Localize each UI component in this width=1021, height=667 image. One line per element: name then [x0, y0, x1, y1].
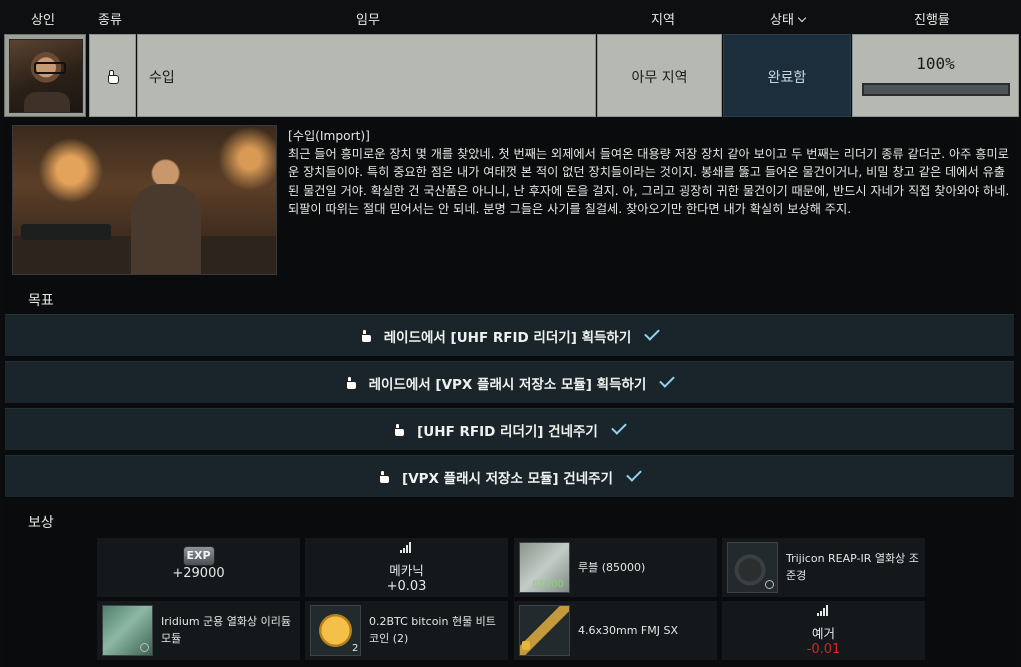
objective-item[interactable]: 레이드에서 [VPX 플래시 저장소 모듈] 획득하기: [5, 361, 1014, 403]
quest-location: 아무 지역: [631, 70, 688, 86]
description-body: 최근 들어 흥미로운 장치 몇 개를 찾았네. 첫 번째는 외제에서 들여온 대…: [288, 147, 1010, 216]
progress-bar: [862, 83, 1010, 96]
progress-percent: 100%: [916, 54, 955, 73]
header-task[interactable]: 임무: [356, 9, 380, 28]
checkmark-icon: [611, 418, 627, 435]
bitcoin-label: 0.2BTC bitcoin 현물 비트 코인 (2): [369, 615, 496, 645]
exp-badge-icon: EXP: [182, 546, 215, 566]
objective-text: [VPX 플래시 저장소 모듈] 건네주기: [402, 470, 613, 487]
quest-progress-cell: 100%: [852, 34, 1019, 117]
reward-mechanic-standing[interactable]: 메카닉 +0.03: [305, 538, 508, 597]
hand-pointer-icon: [378, 470, 391, 484]
quest-name: 수입: [149, 70, 175, 86]
quest-name-cell[interactable]: 수입: [137, 34, 596, 117]
jaeger-name: 예거: [811, 626, 835, 641]
trijicon-label: Trijicon REAP-IR 열화상 조준경: [786, 552, 919, 582]
rewards-heading: 보상: [28, 515, 54, 531]
checkmark-icon: [644, 324, 661, 341]
hand-pointer-icon: [107, 70, 119, 84]
quest-table-header: 상인 종류 임무 지역 상태 진행률: [0, 0, 1021, 34]
illustration-figure: [131, 184, 201, 274]
reward-trijicon-scope[interactable]: Trijicon REAP-IR 열화상 조준경: [722, 538, 925, 597]
objective-text: [UHF RFID 리더기] 건네주기: [417, 423, 598, 440]
objectives-heading: 목표: [28, 293, 54, 309]
header-status-label: 상태: [770, 13, 794, 28]
standing-chart-icon: [399, 542, 414, 553]
objective-item[interactable]: [VPX 플래시 저장소 모듈] 건네주기: [5, 455, 1014, 497]
progress-bar-fill: [864, 85, 1008, 94]
reward-iridium-module[interactable]: Iridium 군용 열화상 이리듐 모듈: [97, 601, 300, 660]
reward-roubles[interactable]: 85000 루블 (85000): [514, 538, 717, 597]
objective-text: 레이드에서 [VPX 플래시 저장소 모듈] 획득하기: [368, 376, 647, 393]
quest-illustration: [12, 125, 277, 275]
checkmark-icon: [626, 465, 642, 482]
reward-exp[interactable]: EXP +29000: [97, 538, 300, 597]
quest-status: 완료함: [767, 70, 807, 86]
trader-portrait-cell[interactable]: [4, 34, 86, 117]
illustration-rifle: [21, 224, 111, 240]
mechanic-name: 메카닉: [389, 563, 424, 578]
bitcoin-count: 2: [352, 643, 359, 654]
hand-pointer-icon: [393, 423, 406, 437]
quest-description: [수입(Import)] 최근 들어 흥미로운 장치 몇 개를 찾았네. 첫 번…: [288, 127, 1016, 218]
reward-bitcoin[interactable]: 2 0.2BTC bitcoin 현물 비트 코인 (2): [305, 601, 508, 660]
quest-location-cell: 아무 지역: [597, 34, 722, 117]
checkmark-icon: [659, 371, 676, 388]
hand-pointer-icon: [360, 329, 372, 343]
trader-portrait: [9, 39, 83, 113]
quest-status-cell: 완료함: [723, 34, 851, 117]
ammo-label: 4.6x30mm FMJ SX: [578, 624, 679, 637]
header-location[interactable]: 지역: [651, 9, 675, 28]
mechanic-value: +0.03: [386, 579, 427, 594]
header-trader[interactable]: 상인: [31, 9, 55, 28]
standing-chart-icon: [816, 605, 831, 616]
lock-icon: [522, 641, 530, 650]
objective-item[interactable]: [UHF RFID 리더기] 건네주기: [5, 408, 1014, 450]
exp-value: +29000: [172, 566, 225, 581]
description-title: [수입(Import)]: [288, 129, 370, 143]
found-in-raid-icon: [140, 643, 149, 652]
hand-pointer-icon: [345, 376, 357, 390]
quest-type-cell: [89, 34, 136, 117]
jaeger-value: -0.01: [806, 642, 841, 657]
roubles-amount: 85000: [532, 579, 564, 590]
objective-item[interactable]: 레이드에서 [UHF RFID 리더기] 획득하기: [5, 314, 1014, 356]
iridium-label: Iridium 군용 열화상 이리듐 모듈: [161, 615, 291, 645]
chevron-down-icon: [797, 13, 807, 23]
objective-text: 레이드에서 [UHF RFID 리더기] 획득하기: [383, 329, 632, 346]
header-type[interactable]: 종류: [98, 9, 122, 28]
found-in-raid-icon: [765, 580, 774, 589]
header-status[interactable]: 상태: [770, 9, 807, 28]
reward-jaeger-standing[interactable]: 예거 -0.01: [722, 601, 925, 660]
reward-ammo[interactable]: 4.6x30mm FMJ SX: [514, 601, 717, 660]
roubles-label: 루블 (85000): [578, 561, 646, 574]
header-progress[interactable]: 진행률: [914, 9, 950, 28]
